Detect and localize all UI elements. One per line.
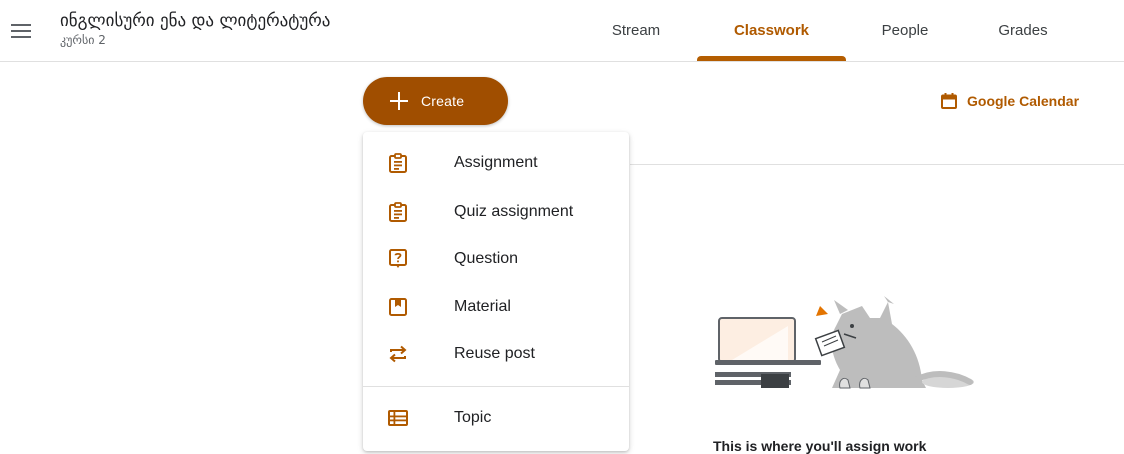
menu-item-reuse-post[interactable]: Reuse post [363, 332, 629, 376]
class-title-block[interactable]: ინგლისური ენა და ლიტერატურა კურსი 2 [60, 11, 330, 48]
question-icon [387, 248, 409, 270]
tab-stream[interactable]: Stream [590, 0, 682, 61]
calendar-icon [941, 93, 957, 109]
active-tab-indicator [697, 56, 846, 61]
reuse-post-icon [387, 343, 409, 365]
empty-state-message: This is where you'll assign work [713, 438, 927, 454]
menu-item-label: Topic [454, 409, 492, 426]
menu-item-quiz-assignment[interactable]: Quiz assignment [363, 190, 629, 234]
menu-item-question[interactable]: Question [363, 237, 629, 281]
menu-item-label: Assignment [454, 154, 538, 171]
hamburger-menu-icon[interactable] [8, 18, 34, 44]
create-button-label: Create [421, 93, 465, 109]
class-subtitle: კურსი 2 [60, 33, 106, 47]
menu-item-material[interactable]: Material [363, 285, 629, 329]
tab-label: Stream [611, 22, 661, 39]
menu-item-label: Material [454, 298, 511, 315]
tab-grades[interactable]: Grades [978, 0, 1068, 61]
create-menu: Assignment Quiz assignment Question Mate… [363, 132, 629, 451]
create-button[interactable]: Create [363, 77, 508, 125]
menu-divider [363, 386, 629, 387]
google-calendar-link[interactable]: Google Calendar [941, 89, 1079, 113]
tab-label: Classwork [733, 22, 810, 39]
material-icon [387, 296, 409, 318]
menu-item-assignment[interactable]: Assignment [363, 141, 629, 185]
content-divider [630, 164, 1124, 165]
menu-item-label: Quiz assignment [454, 203, 574, 220]
menu-item-topic[interactable]: Topic [363, 396, 629, 440]
top-app-bar: ინგლისური ენა და ლიტერატურა კურსი 2 Stre… [0, 0, 1124, 62]
tab-label: People [881, 22, 929, 39]
assignment-icon [387, 152, 409, 174]
quiz-assignment-icon [387, 201, 409, 223]
empty-state-illustration [715, 296, 974, 389]
plus-icon [390, 92, 408, 110]
google-calendar-label: Google Calendar [967, 93, 1080, 109]
menu-item-label: Question [454, 250, 519, 267]
menu-item-label: Reuse post [454, 345, 535, 362]
topic-icon [387, 407, 409, 429]
class-title[interactable]: ინგლისური ენა და ლიტერატურა [60, 11, 330, 31]
tab-people[interactable]: People [862, 0, 948, 61]
tab-classwork[interactable]: Classwork [697, 0, 846, 61]
tab-label: Grades [998, 22, 1048, 39]
